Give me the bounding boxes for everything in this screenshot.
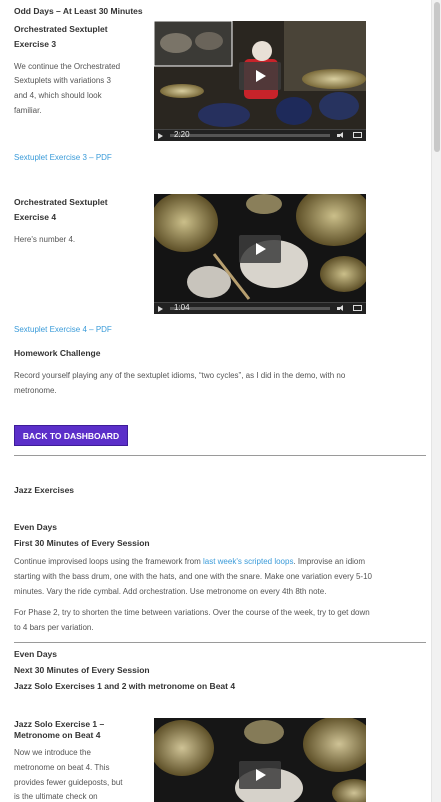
play-icon[interactable] — [158, 306, 163, 312]
fullscreen-icon[interactable] — [353, 132, 362, 138]
video-player-jazz-solo-1[interactable] — [154, 718, 366, 802]
exercise-4-title-line1: Orchestrated Sextuplet — [14, 197, 108, 207]
first-30-minutes-heading: First 30 Minutes of Every Session — [14, 538, 150, 548]
jazz-solo-1-desc-line3: provides fewer guideposts, but — [14, 778, 123, 787]
jazz-solo-exercises-heading: Jazz Solo Exercises 1 and 2 with metrono… — [14, 681, 236, 691]
continue-loops-text-end: . Improvise an idiom — [293, 557, 366, 566]
exercise-3-title-line1: Orchestrated Sextuplet — [14, 24, 108, 34]
exercise-3-desc-line1: We continue the Orchestrated — [14, 62, 121, 71]
play-icon[interactable] — [239, 761, 281, 789]
section-divider — [14, 642, 426, 643]
fullscreen-icon[interactable] — [353, 305, 362, 311]
exercise-3-pdf-link[interactable]: Sextuplet Exercise 3 – PDF — [14, 153, 112, 162]
video-player-exercise-4[interactable]: 1:04 — [154, 194, 366, 314]
even-days-heading-2: Even Days — [14, 649, 57, 659]
phase-2-line1: For Phase 2, try to shorten the time bet… — [14, 608, 370, 617]
video-progress-bar[interactable] — [170, 134, 330, 137]
video-progress-bar[interactable] — [170, 307, 330, 310]
exercise-4-pdf-link[interactable]: Sextuplet Exercise 4 – PDF — [14, 325, 112, 334]
scrollbar-thumb[interactable] — [434, 2, 440, 152]
scripted-loops-link[interactable]: last week's scripted loops — [203, 557, 293, 566]
play-icon[interactable] — [239, 235, 281, 263]
lesson-page: Odd Days – At Least 30 Minutes Orchestra… — [0, 0, 431, 802]
jazz-solo-1-title-line2: Metronome on Beat 4 — [14, 730, 101, 740]
volume-icon[interactable] — [337, 305, 344, 312]
play-icon[interactable] — [158, 133, 163, 139]
exercise-4-desc: Here's number 4. — [14, 235, 76, 244]
back-to-dashboard-button[interactable]: BACK TO DASHBOARD — [14, 425, 128, 446]
exercise-3-desc-line3: and 4, which should look — [14, 91, 102, 100]
homework-text-line1: Record yourself playing any of the sextu… — [14, 371, 346, 380]
video-timecode: 1:04 — [174, 303, 190, 312]
continue-loops-line1: Continue improvised loops using the fram… — [14, 554, 365, 569]
play-icon[interactable] — [239, 62, 281, 90]
jazz-exercises-heading: Jazz Exercises — [14, 485, 75, 495]
page-scrollbar[interactable] — [431, 0, 441, 802]
homework-text-line2: metronome. — [14, 386, 57, 395]
jazz-solo-1-desc-line4: is the ultimate check on — [14, 792, 98, 801]
exercise-3-desc-line2: Sextuplets with variations 3 — [14, 76, 111, 85]
even-days-heading: Even Days — [14, 522, 57, 532]
continue-loops-line3: minutes. Vary the ride cymbal. Add orche… — [14, 587, 327, 596]
next-30-minutes-heading: Next 30 Minutes of Every Session — [14, 665, 150, 675]
video-controls: 2:20 — [154, 129, 366, 141]
video-timecode: 2:20 — [174, 130, 190, 139]
odd-days-heading: Odd Days – At Least 30 Minutes — [14, 6, 143, 16]
exercise-3-desc-line4: familiar. — [14, 106, 42, 115]
video-controls: 1:04 — [154, 302, 366, 314]
homework-heading: Homework Challenge — [14, 348, 101, 358]
continue-loops-line2: starting with the bass drum, one with th… — [14, 572, 372, 581]
volume-icon[interactable] — [337, 132, 344, 139]
video-frame — [154, 718, 366, 802]
exercise-4-title-line2: Exercise 4 — [14, 212, 57, 222]
phase-2-line2: to 4 bars per variation. — [14, 623, 94, 632]
exercise-3-title-line2: Exercise 3 — [14, 39, 57, 49]
jazz-solo-1-desc-line2: metronome on beat 4. This — [14, 763, 110, 772]
section-divider — [14, 455, 426, 456]
continue-loops-text: Continue improvised loops using the fram… — [14, 557, 203, 566]
jazz-solo-1-desc-line1: Now we introduce the — [14, 748, 91, 757]
video-player-exercise-3[interactable]: 2:20 — [154, 21, 366, 141]
